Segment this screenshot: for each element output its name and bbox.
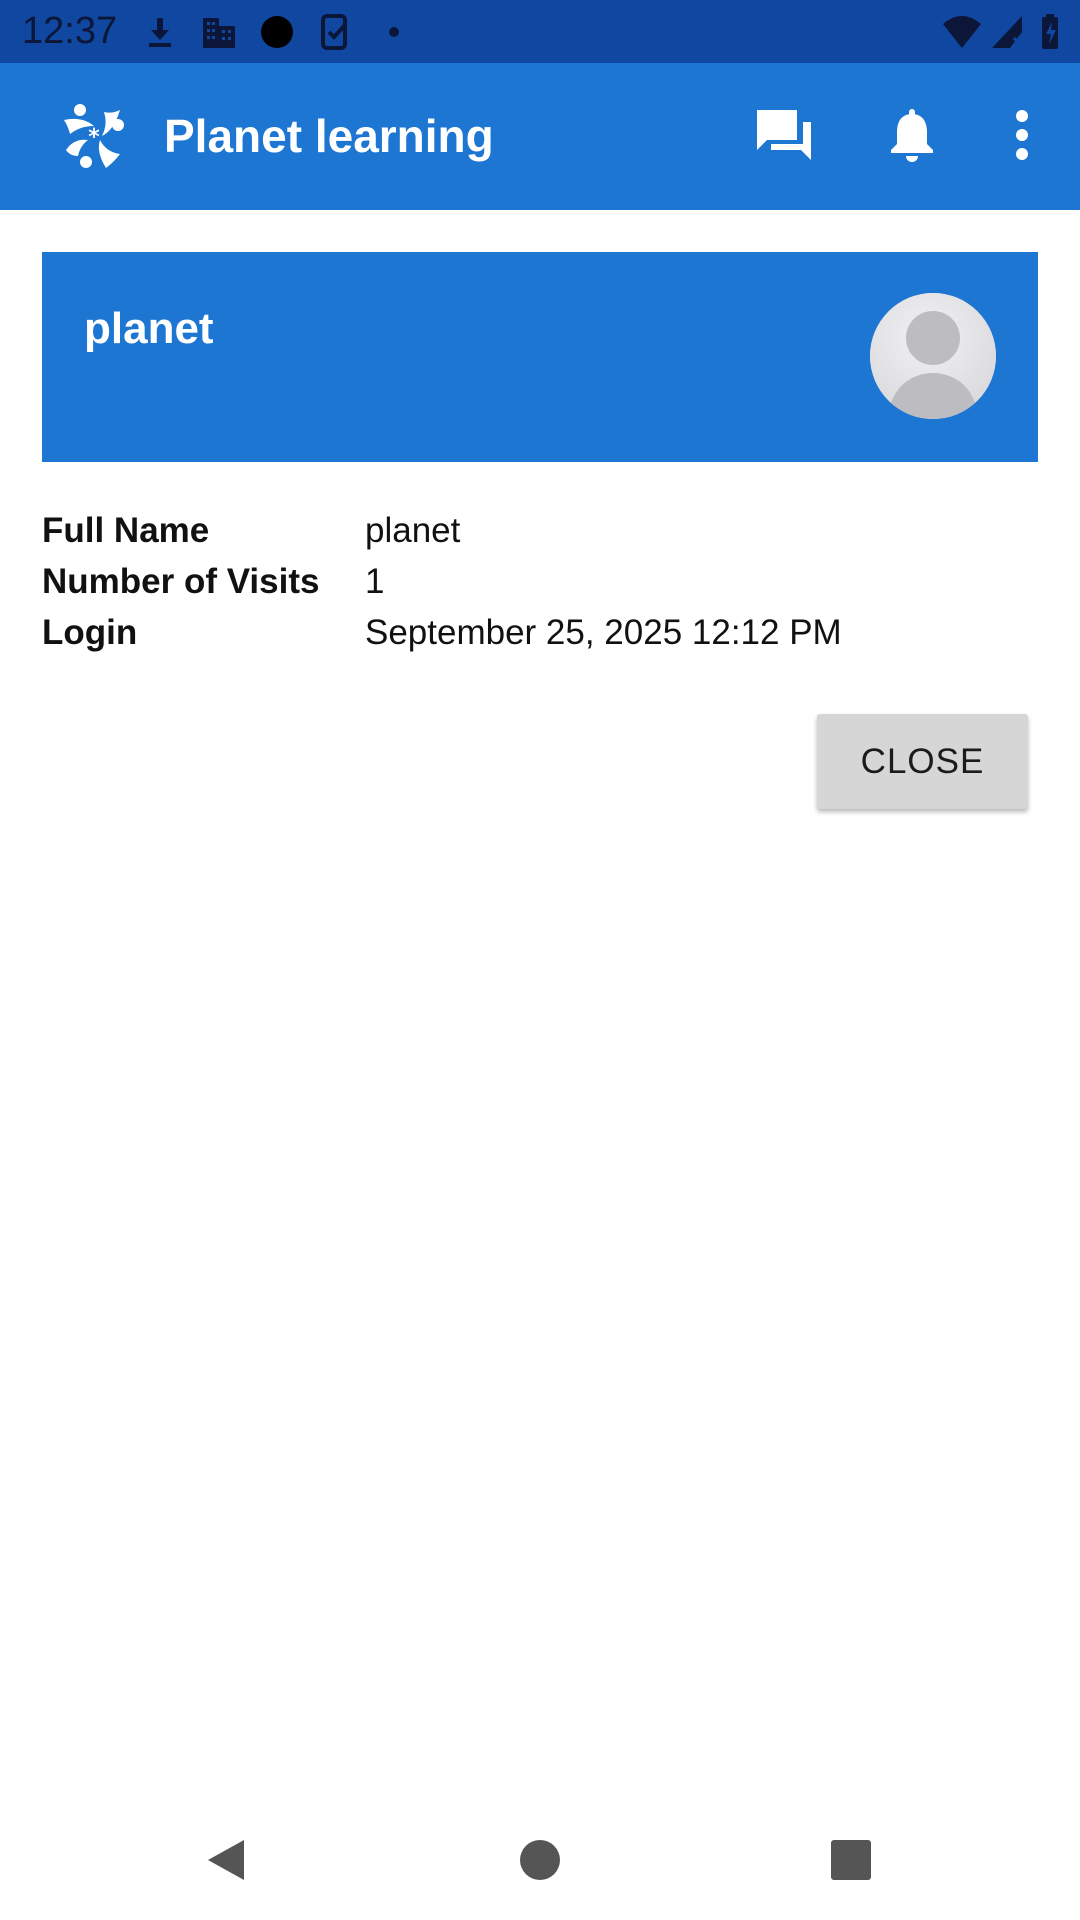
circle-icon (257, 12, 297, 52)
planet-logo-icon: * (56, 98, 132, 174)
recents-icon[interactable] (821, 1830, 881, 1890)
detail-row-visits: Number of Visits 1 (42, 556, 1038, 607)
nav-bar (0, 1800, 1080, 1920)
detail-row-login: Login September 25, 2025 12:12 PM (42, 607, 1038, 658)
close-button[interactable]: CLOSE (817, 714, 1028, 809)
dot-icon (374, 12, 414, 52)
detail-value: September 25, 2025 12:12 PM (365, 613, 842, 652)
detail-label: Login (42, 613, 138, 652)
profile-name: planet (84, 304, 214, 353)
detail-value: 1 (365, 562, 385, 601)
status-bar: 12:37 (0, 0, 1080, 63)
profile-card: planet (42, 252, 1038, 462)
more-vert-icon[interactable] (990, 103, 1054, 167)
phone-check-icon (316, 12, 356, 52)
back-icon[interactable] (196, 1830, 256, 1890)
wifi-icon (942, 12, 982, 52)
detail-label: Full Name (42, 511, 210, 550)
status-time: 12:37 (22, 10, 118, 52)
download-icon (140, 12, 180, 52)
app-title: Planet learning (164, 110, 494, 162)
avatar-icon (870, 293, 996, 419)
app-bar: * Planet learning (0, 63, 1080, 210)
signal-icon (988, 12, 1028, 52)
battery-icon (1034, 12, 1074, 52)
building-icon (199, 12, 239, 52)
chat-icon[interactable] (752, 103, 816, 167)
detail-label: Number of Visits (42, 562, 320, 601)
home-icon[interactable] (510, 1830, 570, 1890)
detail-value: planet (365, 511, 461, 550)
detail-row-full-name: Full Name planet (42, 505, 1038, 556)
profile-details: Full Name planet Number of Visits 1 Logi… (42, 505, 1038, 658)
svg-text:*: * (88, 125, 100, 150)
bell-icon[interactable] (880, 103, 944, 167)
